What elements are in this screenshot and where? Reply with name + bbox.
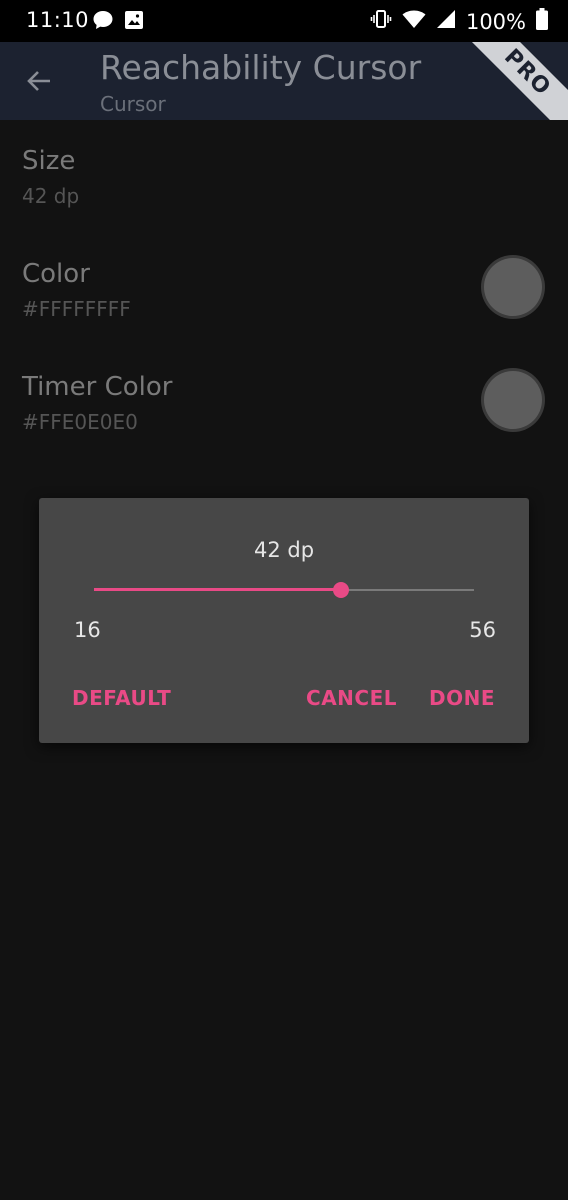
setting-value: #FFE0E0E0	[22, 410, 138, 434]
notification-icons	[92, 10, 144, 34]
done-button[interactable]: DONE	[429, 686, 495, 710]
slider-thumb[interactable]	[333, 582, 349, 598]
setting-title: Size	[22, 146, 76, 176]
pro-badge: PRO	[461, 42, 568, 120]
timer-color-swatch[interactable]	[484, 371, 542, 429]
signal-icon	[436, 9, 456, 34]
status-bar: 11:10 100%	[0, 0, 568, 42]
battery-icon	[536, 8, 548, 35]
arrow-left-icon[interactable]	[22, 64, 56, 98]
image-icon	[124, 10, 144, 34]
setting-size[interactable]: Size 42 dp	[0, 120, 568, 233]
setting-value: 42 dp	[22, 184, 80, 208]
status-right: 100%	[370, 8, 548, 35]
setting-color[interactable]: Color #FFFFFFFF	[0, 233, 568, 346]
page-subtitle: Cursor	[100, 92, 166, 116]
slider-value-label: 42 dp	[253, 538, 315, 562]
slider-max-label: 56	[469, 618, 496, 642]
slider-fill	[94, 588, 341, 591]
setting-timer-color[interactable]: Timer Color #FFE0E0E0	[0, 346, 568, 459]
setting-title: Timer Color	[22, 372, 173, 402]
color-swatch[interactable]	[484, 258, 542, 316]
size-slider[interactable]	[94, 580, 474, 600]
slider-min-label: 16	[74, 618, 101, 642]
battery-text: 100%	[465, 9, 526, 34]
page-title: Reachability Cursor	[100, 48, 422, 87]
status-time: 11:10	[26, 8, 90, 32]
setting-value: #FFFFFFFF	[22, 297, 131, 321]
wifi-icon	[402, 9, 426, 34]
app-bar: Reachability Cursor Cursor PRO	[0, 42, 568, 120]
settings-list: Size 42 dp Color #FFFFFFFF Timer Color #…	[0, 120, 568, 459]
cancel-button[interactable]: CANCEL	[306, 686, 397, 710]
vibrate-icon	[370, 9, 392, 34]
chat-bubble-icon	[92, 10, 114, 34]
default-button[interactable]: DEFAULT	[72, 686, 171, 710]
setting-title: Color	[22, 259, 90, 289]
size-dialog: 42 dp 16 56 DEFAULT CANCEL DONE	[39, 498, 529, 743]
